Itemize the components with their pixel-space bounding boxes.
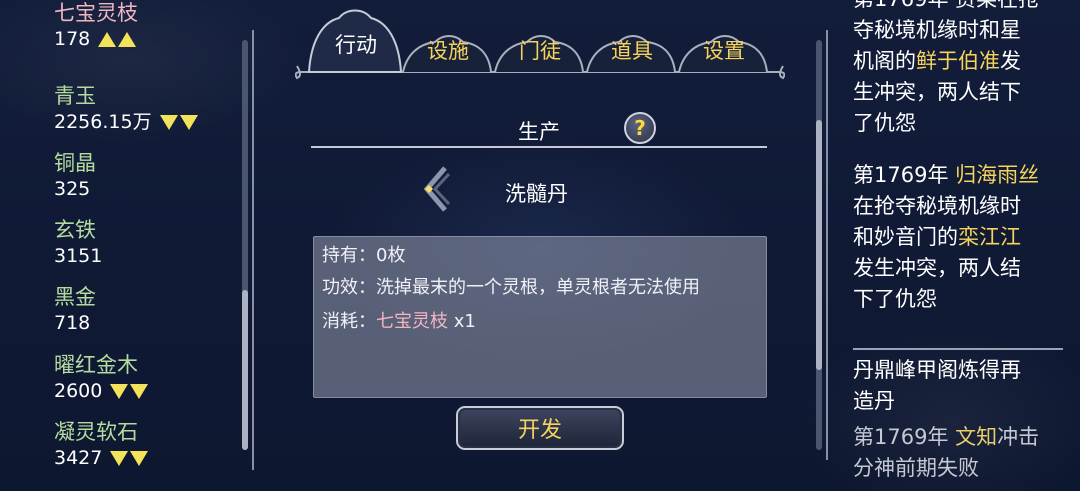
- production-header: 生产 ?: [311, 112, 767, 148]
- tab-disciples[interactable]: 门徒: [499, 28, 581, 72]
- log-entry: 第1769年 归海雨丝 在抢夺秘境机缘时 和妙音门的栾江江 发生冲突，两人结 下…: [853, 163, 1040, 311]
- item-name: 洗髓丹: [505, 182, 568, 206]
- resource-name: 凝灵软石: [54, 420, 138, 444]
- resource-item: 凝灵软石 3427: [54, 419, 149, 471]
- resource-name: 黑金: [54, 285, 96, 309]
- log-entry: 丹鼎峰甲阁炼得再 造丹: [853, 358, 1021, 413]
- left-scrollbar[interactable]: [242, 40, 248, 450]
- right-divider: [826, 30, 828, 460]
- resource-name: 曜红金木: [54, 353, 138, 377]
- effect-value: 洗掉最末的一个灵根，单灵根者无法使用: [376, 277, 700, 298]
- resource-name: 玄铁: [54, 218, 96, 242]
- log-entry: 第1769年 贾某在抢 夺秘境机缘时和星 机阁的鲜于伯准发 生冲突，两人结下 了…: [853, 0, 1039, 135]
- cost-item: 七宝灵枝: [376, 311, 448, 332]
- resource-item: 玄铁 3151: [54, 217, 102, 269]
- item-info-box: 持有：0枚 功效：洗掉最末的一个灵根，单灵根者无法使用 消耗：七宝灵枝 x1: [313, 236, 767, 398]
- develop-button[interactable]: 开发: [456, 406, 624, 450]
- tab-action[interactable]: 行动: [315, 22, 397, 66]
- log-entry: 第1769年 文知冲击 分神前期失败: [853, 425, 1040, 480]
- cost-line: 消耗：七宝灵枝 x1: [322, 311, 476, 332]
- effect-line: 功效：洗掉最末的一个灵根，单灵根者无法使用: [322, 277, 700, 298]
- resource-name: 七宝灵枝: [54, 1, 138, 25]
- character-name[interactable]: 文知: [955, 425, 997, 449]
- resource-item: 曜红金木 2600: [54, 352, 149, 404]
- character-name[interactable]: 栾江江: [958, 225, 1021, 249]
- resource-value: 325: [54, 178, 91, 200]
- resource-value: 3427: [54, 447, 103, 469]
- trend-down-icon: [159, 114, 198, 130]
- resource-item: 青玉 2256.15万: [54, 83, 198, 135]
- item-selector[interactable]: 洗髓丹: [423, 166, 725, 212]
- held-line: 持有：0枚: [322, 245, 406, 266]
- held-value: 0枚: [376, 245, 406, 266]
- character-name[interactable]: 归海雨丝: [955, 163, 1039, 187]
- resource-value: 178: [54, 28, 91, 50]
- resource-value: 718: [54, 312, 91, 334]
- cost-qty: x1: [453, 311, 476, 332]
- tab-facilities[interactable]: 设施: [407, 28, 489, 72]
- event-log[interactable]: 第1769年 贾某在抢 夺秘境机缘时和星 机阁的鲜于伯准发 生冲突，两人结下 了…: [835, 0, 1080, 491]
- trend-down-icon: [110, 450, 149, 466]
- resource-name: 铜晶: [54, 151, 96, 175]
- resource-name: 青玉: [54, 84, 96, 108]
- resource-value: 3151: [54, 245, 103, 267]
- right-scrollbar-thumb[interactable]: [816, 120, 822, 370]
- tab-settings[interactable]: 设置: [683, 28, 765, 72]
- character-name[interactable]: 鲜于伯准: [916, 49, 1000, 73]
- resource-value: 2600: [54, 380, 103, 402]
- resource-item: 七宝灵枝 178: [54, 0, 138, 52]
- right-scrollbar[interactable]: [816, 40, 822, 450]
- left-scrollbar-thumb[interactable]: [242, 290, 248, 450]
- tab-items[interactable]: 道具: [591, 28, 673, 72]
- trend-down-icon: [110, 383, 149, 399]
- resource-item: 铜晶 325: [54, 150, 96, 202]
- resource-value: 2256.15万: [54, 111, 152, 133]
- help-icon[interactable]: ?: [624, 112, 656, 144]
- production-title: 生产: [518, 120, 560, 144]
- resource-item: 黑金 718: [54, 284, 96, 336]
- left-divider: [252, 30, 254, 470]
- log-separator: [853, 348, 1063, 350]
- main-panel: 行动 设施 门徒 道具 设置 生产 ? 洗髓丹 持有：0枚 功效：洗掉最末的一个…: [295, 0, 785, 491]
- trend-up-icon: [98, 31, 137, 47]
- resource-list[interactable]: 七宝灵枝 178 青玉 2256.15万 铜晶 325 玄铁 3151 黑金 7…: [0, 0, 250, 491]
- chevron-left-icon[interactable]: [419, 164, 453, 214]
